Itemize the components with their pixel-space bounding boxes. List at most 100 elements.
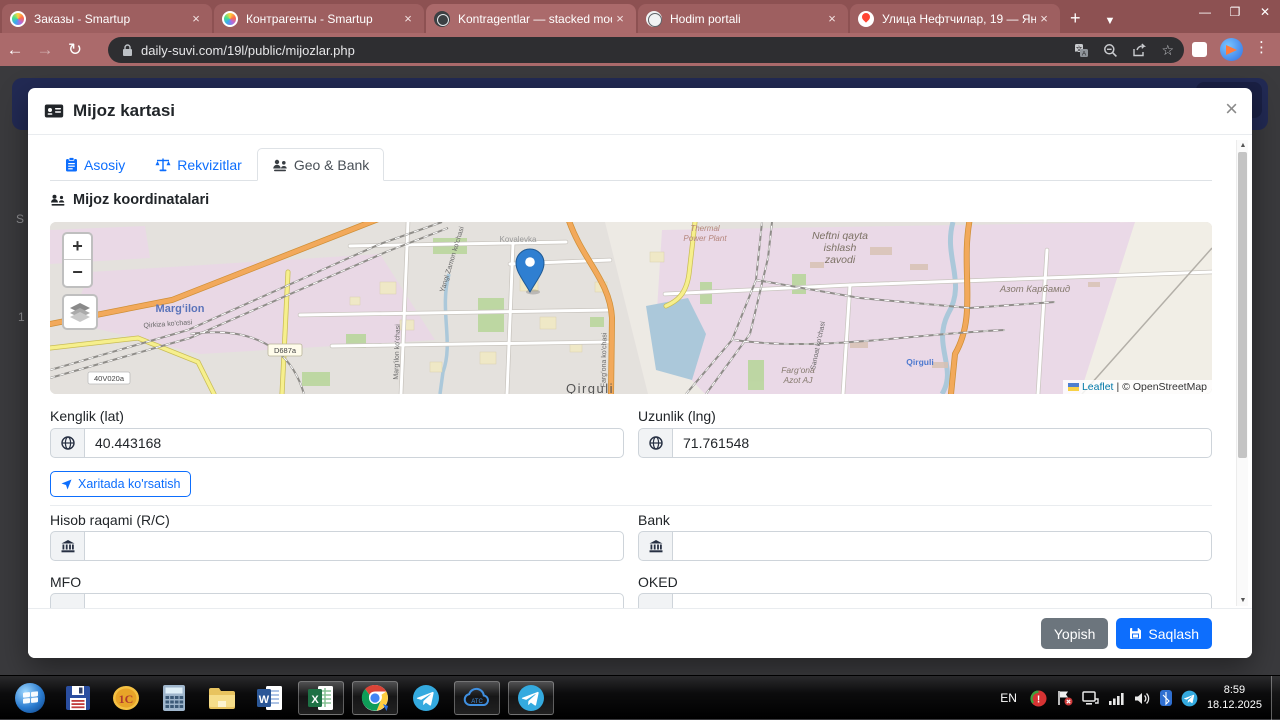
reload-button[interactable]: ↻: [60, 40, 90, 60]
saqlash-label: Saqlash: [1148, 625, 1199, 642]
1c-app-icon[interactable]: 1С: [106, 681, 146, 715]
antivirus-tray-icon[interactable]: !: [1030, 690, 1047, 707]
tab-close-icon[interactable]: ×: [400, 11, 416, 26]
leaflet-map[interactable]: D687a 40V020a Margʻilon Kovalevka Therma…: [50, 222, 1212, 394]
tab-close-icon[interactable]: ×: [188, 11, 204, 26]
system-tray: EN ! 8:59 18.12.2025: [1000, 676, 1262, 720]
file-explorer-icon[interactable]: [202, 681, 242, 715]
tab-close-icon[interactable]: ×: [612, 11, 628, 26]
tab-close-icon[interactable]: ×: [1036, 11, 1052, 26]
lng-input[interactable]: [672, 428, 1212, 458]
browser-tab-4[interactable]: Hodim portali ×: [638, 4, 848, 33]
scroll-up-icon[interactable]: ▲: [1237, 142, 1249, 149]
bookmark-star-icon[interactable]: ☆: [1161, 42, 1174, 59]
zoom-out-page-icon[interactable]: [1103, 43, 1118, 58]
lng-label: Uzunlik (lng): [638, 408, 716, 424]
lat-input[interactable]: [84, 428, 624, 458]
close-window-button[interactable]: ✕: [1250, 0, 1280, 26]
leaflet-link[interactable]: Leaflet: [1082, 381, 1114, 393]
osm-credit[interactable]: © OpenStreetMap: [1122, 381, 1207, 393]
map-label-thermal: Thermal: [690, 224, 720, 233]
telegram-tray-icon[interactable]: [1181, 690, 1198, 707]
modal-scrollbar[interactable]: ▲ ▼: [1236, 140, 1248, 606]
svg-text:X: X: [311, 694, 319, 706]
browser-tab-1[interactable]: Заказы - Smartup ×: [2, 4, 212, 33]
browser-tab-3-active[interactable]: Kontragentlar — stacked moda ×: [426, 4, 636, 33]
svg-text:A: A: [1082, 50, 1087, 57]
taskbar-clock[interactable]: 8:59 18.12.2025: [1207, 683, 1262, 713]
saqlash-button[interactable]: Saqlash: [1116, 618, 1212, 649]
language-indicator[interactable]: EN: [1000, 691, 1017, 705]
tab-close-icon[interactable]: ×: [824, 11, 840, 26]
mijoz-kartasi-modal: Mijoz kartasi × Asosiy Rekvizitlar Geo &…: [28, 88, 1252, 658]
action-center-flag-icon[interactable]: [1056, 690, 1073, 706]
profile-avatar[interactable]: [1220, 38, 1243, 61]
show-desktop-button[interactable]: [1271, 676, 1280, 720]
svg-text:zavodi: zavodi: [824, 254, 856, 266]
zoom-in-button[interactable]: +: [64, 234, 91, 260]
tab-title: Заказы - Smartup: [34, 11, 131, 26]
scroll-down-icon[interactable]: ▼: [1237, 597, 1249, 604]
bank-input[interactable]: [672, 531, 1212, 561]
map-layers-button[interactable]: [62, 294, 98, 330]
bank-icon: [638, 593, 672, 608]
browser-tab-5[interactable]: Улица Нефтчилар, 19 — Янде ×: [850, 4, 1060, 33]
windows-taskbar: 1С W X ATC EN ! 8:59 18.12.2025: [0, 675, 1280, 720]
section-title-text: Mijoz koordinatalari: [73, 192, 210, 208]
network-plug-icon[interactable]: [1082, 690, 1100, 706]
road-shield-d687a: D687a: [267, 343, 303, 357]
translate-icon[interactable]: 文A: [1074, 43, 1089, 58]
new-tab-button[interactable]: +: [1070, 8, 1081, 29]
windows-logo-icon: [15, 682, 45, 713]
modal-close-icon[interactable]: ×: [1225, 96, 1238, 122]
oked-input[interactable]: [672, 593, 1212, 608]
chrome-app-icon[interactable]: [352, 680, 398, 715]
minimize-button[interactable]: —: [1190, 0, 1220, 26]
speaker-icon[interactable]: [1134, 691, 1151, 706]
tab-search-chevron-icon[interactable]: ▼: [1105, 15, 1116, 27]
forward-button[interactable]: →: [30, 40, 60, 60]
cloud-app-icon[interactable]: ATC: [454, 680, 500, 715]
word-app-icon[interactable]: W: [250, 681, 290, 715]
signal-bars-icon[interactable]: [1108, 691, 1125, 705]
coord-inputs-row: [50, 428, 1212, 458]
lat-label: Kenglik (lat): [50, 408, 124, 424]
bluetooth-icon[interactable]: [1159, 690, 1172, 706]
tab-title: Контрагенты - Smartup: [246, 11, 373, 26]
bank-label: Bank: [638, 512, 670, 528]
map-label-azot: Азот Карбамид: [999, 284, 1070, 295]
telegram-app-icon[interactable]: [406, 681, 446, 715]
mfo-input[interactable]: [84, 593, 624, 608]
zoom-out-button[interactable]: −: [64, 260, 91, 286]
section-title: Mijoz koordinatalari: [50, 192, 209, 208]
browser-tab-2[interactable]: Контрагенты - Smartup ×: [214, 4, 424, 33]
layers-icon: [70, 303, 90, 322]
svg-text:!: !: [1037, 694, 1040, 705]
floppy-app-icon[interactable]: [58, 681, 98, 715]
browser-menu-icon[interactable]: ⋮: [1254, 38, 1269, 56]
calculator-app-icon[interactable]: [154, 681, 194, 715]
tab-rekvizitlar[interactable]: Rekvizitlar: [140, 148, 257, 181]
clipboard-icon: [66, 157, 77, 172]
scrollbar-thumb[interactable]: [1238, 152, 1247, 458]
excel-app-icon[interactable]: X: [298, 680, 344, 715]
yopish-label: Yopish: [1053, 625, 1096, 642]
map-users-icon: [273, 159, 287, 171]
map-zoom-control: + −: [62, 232, 93, 288]
oked-label: OKED: [638, 574, 678, 590]
tab-geo-bank[interactable]: Geo & Bank: [256, 148, 385, 181]
address-bar[interactable]: daily-suvi.com/19l/public/mijozlar.php 文…: [108, 37, 1184, 63]
show-on-map-button[interactable]: Xaritada ko'rsatish: [50, 471, 192, 497]
tab-asosiy[interactable]: Asosiy: [50, 148, 140, 181]
yopish-button[interactable]: Yopish: [1040, 618, 1109, 649]
attribution-separator: |: [1116, 381, 1120, 393]
restore-button[interactable]: ❐: [1220, 0, 1250, 26]
side-panel-icon[interactable]: [1192, 42, 1207, 57]
account-input[interactable]: [84, 531, 624, 561]
start-button[interactable]: [10, 681, 50, 715]
share-icon[interactable]: [1132, 42, 1147, 58]
telegram2-app-icon[interactable]: [508, 680, 554, 715]
back-button[interactable]: ←: [0, 40, 30, 60]
coord-labels-row: Kenglik (lat) Uzunlik (lng): [50, 408, 1212, 424]
bank-inputs-row: [50, 531, 1212, 561]
